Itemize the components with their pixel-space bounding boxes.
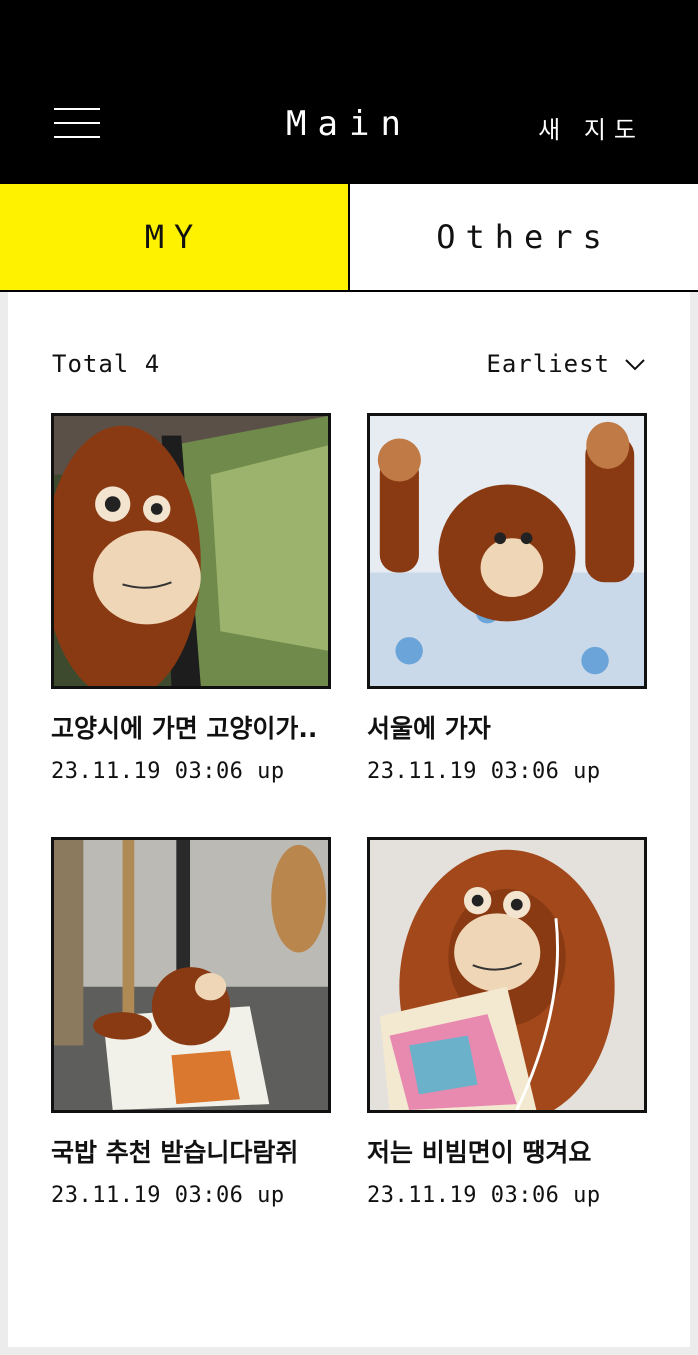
sort-label: Earliest (486, 350, 610, 378)
card-thumbnail[interactable] (367, 837, 647, 1113)
card-title: 고양시에 가면 고양이가.. (51, 714, 318, 743)
card-date: 23.11.19 03:06 up (51, 759, 285, 784)
card-date: 23.11.19 03:06 up (367, 1183, 601, 1208)
map-card[interactable]: 저는 비빔면이 땡겨요 23.11.19 03:06 up (367, 837, 647, 1208)
tab-my[interactable]: MY (0, 184, 350, 290)
tab-others[interactable]: Others (350, 184, 698, 290)
sort-dropdown[interactable]: Earliest (486, 350, 646, 378)
card-thumbnail[interactable] (51, 837, 331, 1113)
card-date: 23.11.19 03:06 up (51, 1183, 285, 1208)
card-title: 국밥 추천 받습니다람쥐 (51, 1138, 299, 1167)
chevron-down-icon (625, 359, 645, 371)
top-app-bar: Main 새 지도 (0, 0, 698, 184)
new-map-button[interactable]: 새 지도 (538, 110, 644, 145)
card-title: 저는 비빔면이 땡겨요 (367, 1138, 592, 1167)
card-thumbnail[interactable] (51, 413, 331, 689)
card-thumbnail[interactable] (367, 413, 647, 689)
tab-bar: MY Others (0, 184, 698, 292)
total-count: Total 4 (52, 350, 161, 378)
map-card[interactable]: 고양시에 가면 고양이가.. 23.11.19 03:06 up (51, 413, 331, 784)
map-card[interactable]: 서울에 가자 23.11.19 03:06 up (367, 413, 647, 784)
card-title: 서울에 가자 (367, 714, 491, 743)
card-date: 23.11.19 03:06 up (367, 759, 601, 784)
map-card[interactable]: 국밥 추천 받습니다람쥐 23.11.19 03:06 up (51, 837, 331, 1208)
